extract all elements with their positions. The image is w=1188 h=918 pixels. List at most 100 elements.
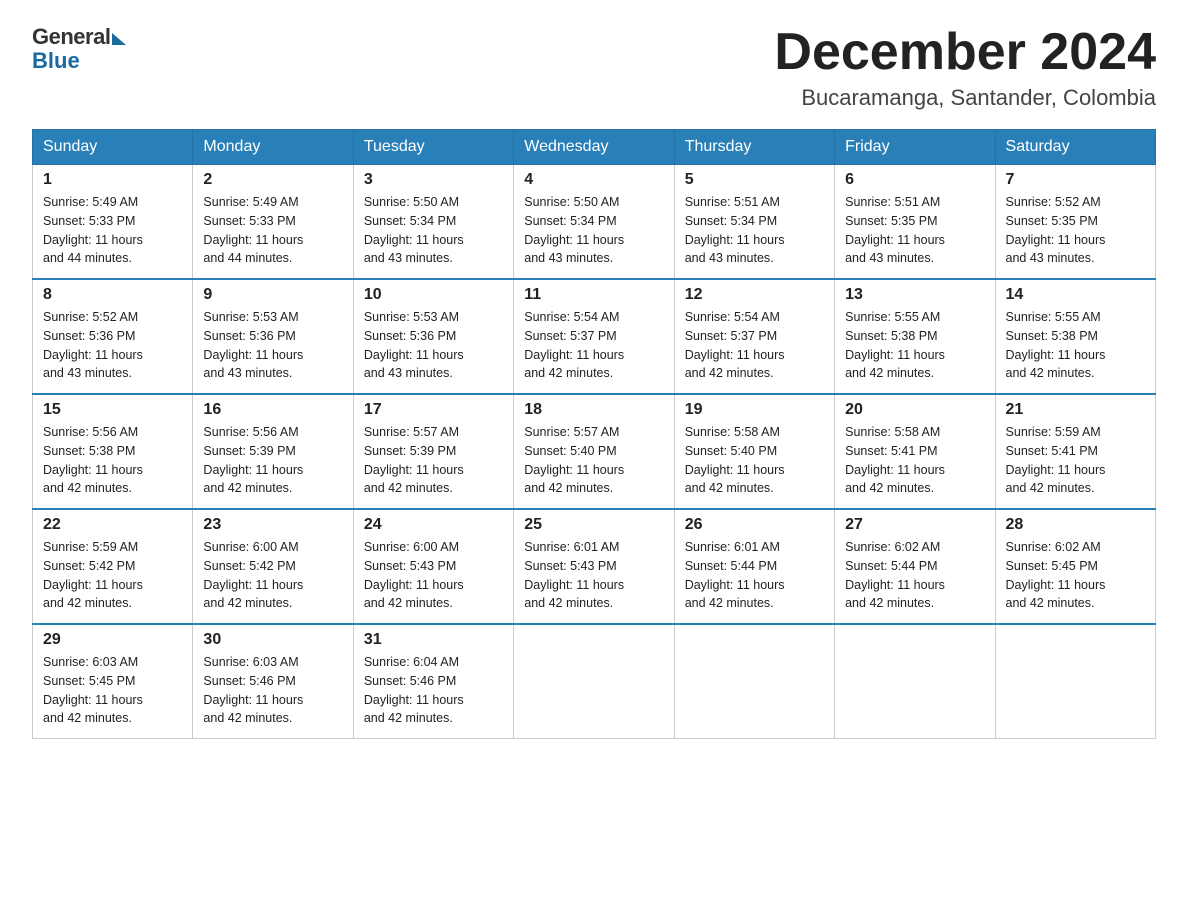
calendar-cell: 23 Sunrise: 6:00 AMSunset: 5:42 PMDayligh…: [193, 509, 353, 624]
day-number: 18: [524, 401, 663, 419]
calendar-header-row: SundayMondayTuesdayWednesdayThursdayFrid…: [33, 130, 1156, 165]
day-number: 26: [685, 516, 824, 534]
calendar-cell: 22Sunrise: 5:59 AMSunset: 5:42 PMDayligh…: [33, 509, 193, 624]
day-number: 23: [203, 516, 342, 534]
day-info: Sunrise: 6:04 AMSunset: 5:46 PMDaylight:…: [364, 653, 503, 728]
calendar-cell: [995, 624, 1155, 739]
day-number: 9: [203, 286, 342, 304]
logo-blue-text: Blue: [32, 48, 80, 74]
day-number: 29: [43, 631, 182, 649]
calendar-week-row: 1 Sunrise: 5:49 AMSunset: 5:33 PMDaylight…: [33, 165, 1156, 280]
calendar-cell: 21 Sunrise: 5:59 AMSunset: 5:41 PMDayligh…: [995, 394, 1155, 509]
calendar-cell: 26 Sunrise: 6:01 AMSunset: 5:44 PMDayligh…: [674, 509, 834, 624]
day-number: 20: [845, 401, 984, 419]
calendar-cell: 30 Sunrise: 6:03 AMSunset: 5:46 PMDayligh…: [193, 624, 353, 739]
calendar-week-row: 8 Sunrise: 5:52 AMSunset: 5:36 PMDaylight…: [33, 279, 1156, 394]
day-number: 1: [43, 171, 182, 189]
day-info: Sunrise: 5:50 AMSunset: 5:34 PMDaylight:…: [524, 193, 663, 268]
calendar-cell: 3Sunrise: 5:50 AMSunset: 5:34 PMDaylight…: [353, 165, 513, 280]
calendar-cell: 20 Sunrise: 5:58 AMSunset: 5:41 PMDayligh…: [835, 394, 995, 509]
day-info: Sunrise: 5:49 AMSunset: 5:33 PMDaylight:…: [203, 193, 342, 268]
day-info: Sunrise: 5:57 AMSunset: 5:40 PMDaylight:…: [524, 423, 663, 498]
header-wednesday: Wednesday: [514, 130, 674, 165]
day-info: Sunrise: 5:58 AMSunset: 5:41 PMDaylight:…: [845, 423, 984, 498]
location-title: Bucaramanga, Santander, Colombia: [774, 85, 1156, 111]
day-number: 7: [1006, 171, 1145, 189]
calendar-cell: 13 Sunrise: 5:55 AMSunset: 5:38 PMDayligh…: [835, 279, 995, 394]
calendar-cell: 27Sunrise: 6:02 AMSunset: 5:44 PMDayligh…: [835, 509, 995, 624]
logo-general-text: General: [32, 24, 110, 50]
day-number: 25: [524, 516, 663, 534]
calendar-week-row: 15Sunrise: 5:56 AMSunset: 5:38 PMDayligh…: [33, 394, 1156, 509]
calendar-cell: 6Sunrise: 5:51 AMSunset: 5:35 PMDaylight…: [835, 165, 995, 280]
calendar-cell: 18 Sunrise: 5:57 AMSunset: 5:40 PMDayligh…: [514, 394, 674, 509]
calendar-cell: [674, 624, 834, 739]
calendar-cell: 2Sunrise: 5:49 AMSunset: 5:33 PMDaylight…: [193, 165, 353, 280]
calendar-cell: 1 Sunrise: 5:49 AMSunset: 5:33 PMDaylight…: [33, 165, 193, 280]
day-info: Sunrise: 5:59 AMSunset: 5:41 PMDaylight:…: [1006, 423, 1145, 498]
day-info: Sunrise: 6:03 AMSunset: 5:45 PMDaylight:…: [43, 653, 182, 728]
calendar-cell: 24 Sunrise: 6:00 AMSunset: 5:43 PMDayligh…: [353, 509, 513, 624]
header-tuesday: Tuesday: [353, 130, 513, 165]
day-number: 31: [364, 631, 503, 649]
day-info: Sunrise: 5:54 AMSunset: 5:37 PMDaylight:…: [524, 308, 663, 383]
calendar-cell: 31 Sunrise: 6:04 AMSunset: 5:46 PMDayligh…: [353, 624, 513, 739]
calendar-cell: 7 Sunrise: 5:52 AMSunset: 5:35 PMDaylight…: [995, 165, 1155, 280]
day-number: 8: [43, 286, 182, 304]
day-info: Sunrise: 5:55 AMSunset: 5:38 PMDaylight:…: [1006, 308, 1145, 383]
day-number: 5: [685, 171, 824, 189]
day-info: Sunrise: 5:52 AMSunset: 5:36 PMDaylight:…: [43, 308, 182, 383]
day-info: Sunrise: 5:54 AMSunset: 5:37 PMDaylight:…: [685, 308, 824, 383]
day-info: Sunrise: 6:00 AMSunset: 5:42 PMDaylight:…: [203, 538, 342, 613]
day-number: 30: [203, 631, 342, 649]
calendar-cell: 15Sunrise: 5:56 AMSunset: 5:38 PMDayligh…: [33, 394, 193, 509]
day-number: 17: [364, 401, 503, 419]
calendar-table: SundayMondayTuesdayWednesdayThursdayFrid…: [32, 129, 1156, 739]
day-info: Sunrise: 6:01 AMSunset: 5:44 PMDaylight:…: [685, 538, 824, 613]
day-number: 4: [524, 171, 663, 189]
day-number: 13: [845, 286, 984, 304]
logo-arrow-icon: [112, 33, 126, 45]
day-info: Sunrise: 6:00 AMSunset: 5:43 PMDaylight:…: [364, 538, 503, 613]
title-block: December 2024 Bucaramanga, Santander, Co…: [774, 24, 1156, 111]
month-title: December 2024: [774, 24, 1156, 81]
header-thursday: Thursday: [674, 130, 834, 165]
calendar-cell: [514, 624, 674, 739]
day-info: Sunrise: 5:51 AMSunset: 5:34 PMDaylight:…: [685, 193, 824, 268]
day-info: Sunrise: 5:57 AMSunset: 5:39 PMDaylight:…: [364, 423, 503, 498]
day-info: Sunrise: 5:50 AMSunset: 5:34 PMDaylight:…: [364, 193, 503, 268]
day-number: 22: [43, 516, 182, 534]
day-info: Sunrise: 5:53 AMSunset: 5:36 PMDaylight:…: [364, 308, 503, 383]
day-info: Sunrise: 5:55 AMSunset: 5:38 PMDaylight:…: [845, 308, 984, 383]
day-info: Sunrise: 5:56 AMSunset: 5:39 PMDaylight:…: [203, 423, 342, 498]
calendar-cell: 14 Sunrise: 5:55 AMSunset: 5:38 PMDayligh…: [995, 279, 1155, 394]
day-info: Sunrise: 5:49 AMSunset: 5:33 PMDaylight:…: [43, 193, 182, 268]
calendar-cell: 11 Sunrise: 5:54 AMSunset: 5:37 PMDayligh…: [514, 279, 674, 394]
calendar-cell: [835, 624, 995, 739]
calendar-cell: 19Sunrise: 5:58 AMSunset: 5:40 PMDayligh…: [674, 394, 834, 509]
day-info: Sunrise: 5:58 AMSunset: 5:40 PMDaylight:…: [685, 423, 824, 498]
day-info: Sunrise: 6:02 AMSunset: 5:45 PMDaylight:…: [1006, 538, 1145, 613]
day-number: 14: [1006, 286, 1145, 304]
day-number: 24: [364, 516, 503, 534]
logo: General Blue: [32, 24, 126, 74]
page-header: General Blue December 2024 Bucaramanga, …: [32, 24, 1156, 111]
day-number: 10: [364, 286, 503, 304]
calendar-cell: 25Sunrise: 6:01 AMSunset: 5:43 PMDayligh…: [514, 509, 674, 624]
day-number: 15: [43, 401, 182, 419]
day-number: 11: [524, 286, 663, 304]
calendar-week-row: 22Sunrise: 5:59 AMSunset: 5:42 PMDayligh…: [33, 509, 1156, 624]
calendar-cell: 8 Sunrise: 5:52 AMSunset: 5:36 PMDaylight…: [33, 279, 193, 394]
day-number: 12: [685, 286, 824, 304]
calendar-cell: 16 Sunrise: 5:56 AMSunset: 5:39 PMDayligh…: [193, 394, 353, 509]
header-friday: Friday: [835, 130, 995, 165]
day-number: 16: [203, 401, 342, 419]
day-number: 21: [1006, 401, 1145, 419]
day-info: Sunrise: 5:52 AMSunset: 5:35 PMDaylight:…: [1006, 193, 1145, 268]
day-number: 28: [1006, 516, 1145, 534]
day-info: Sunrise: 6:03 AMSunset: 5:46 PMDaylight:…: [203, 653, 342, 728]
header-monday: Monday: [193, 130, 353, 165]
day-info: Sunrise: 5:51 AMSunset: 5:35 PMDaylight:…: [845, 193, 984, 268]
calendar-cell: 5 Sunrise: 5:51 AMSunset: 5:34 PMDaylight…: [674, 165, 834, 280]
calendar-cell: 28 Sunrise: 6:02 AMSunset: 5:45 PMDayligh…: [995, 509, 1155, 624]
